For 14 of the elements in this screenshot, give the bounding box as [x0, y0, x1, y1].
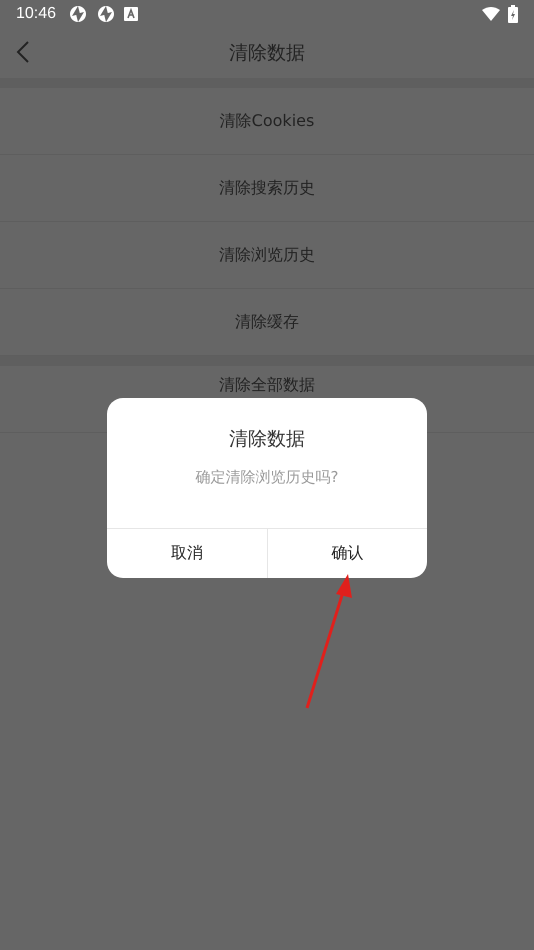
list-item[interactable]: 清除Cookies [0, 88, 534, 155]
list-item[interactable]: 清除搜索历史 [0, 155, 534, 222]
dialog-message: 确定清除浏览历史吗? [194, 468, 340, 487]
page-title: 清除数据 [229, 41, 305, 66]
status-time: 10:46 [16, 5, 56, 23]
back-icon[interactable] [16, 41, 30, 63]
wifi-icon [482, 7, 500, 21]
list-item[interactable]: 清除浏览历史 [0, 222, 534, 289]
app-notification-icon [68, 4, 88, 24]
dialog-button[interactable]: 取消 [107, 529, 266, 578]
dialog-title: 清除数据 [228, 427, 306, 452]
app-notification-icon [124, 7, 138, 21]
app-notification-icon [96, 4, 116, 24]
battery-icon [508, 5, 518, 23]
